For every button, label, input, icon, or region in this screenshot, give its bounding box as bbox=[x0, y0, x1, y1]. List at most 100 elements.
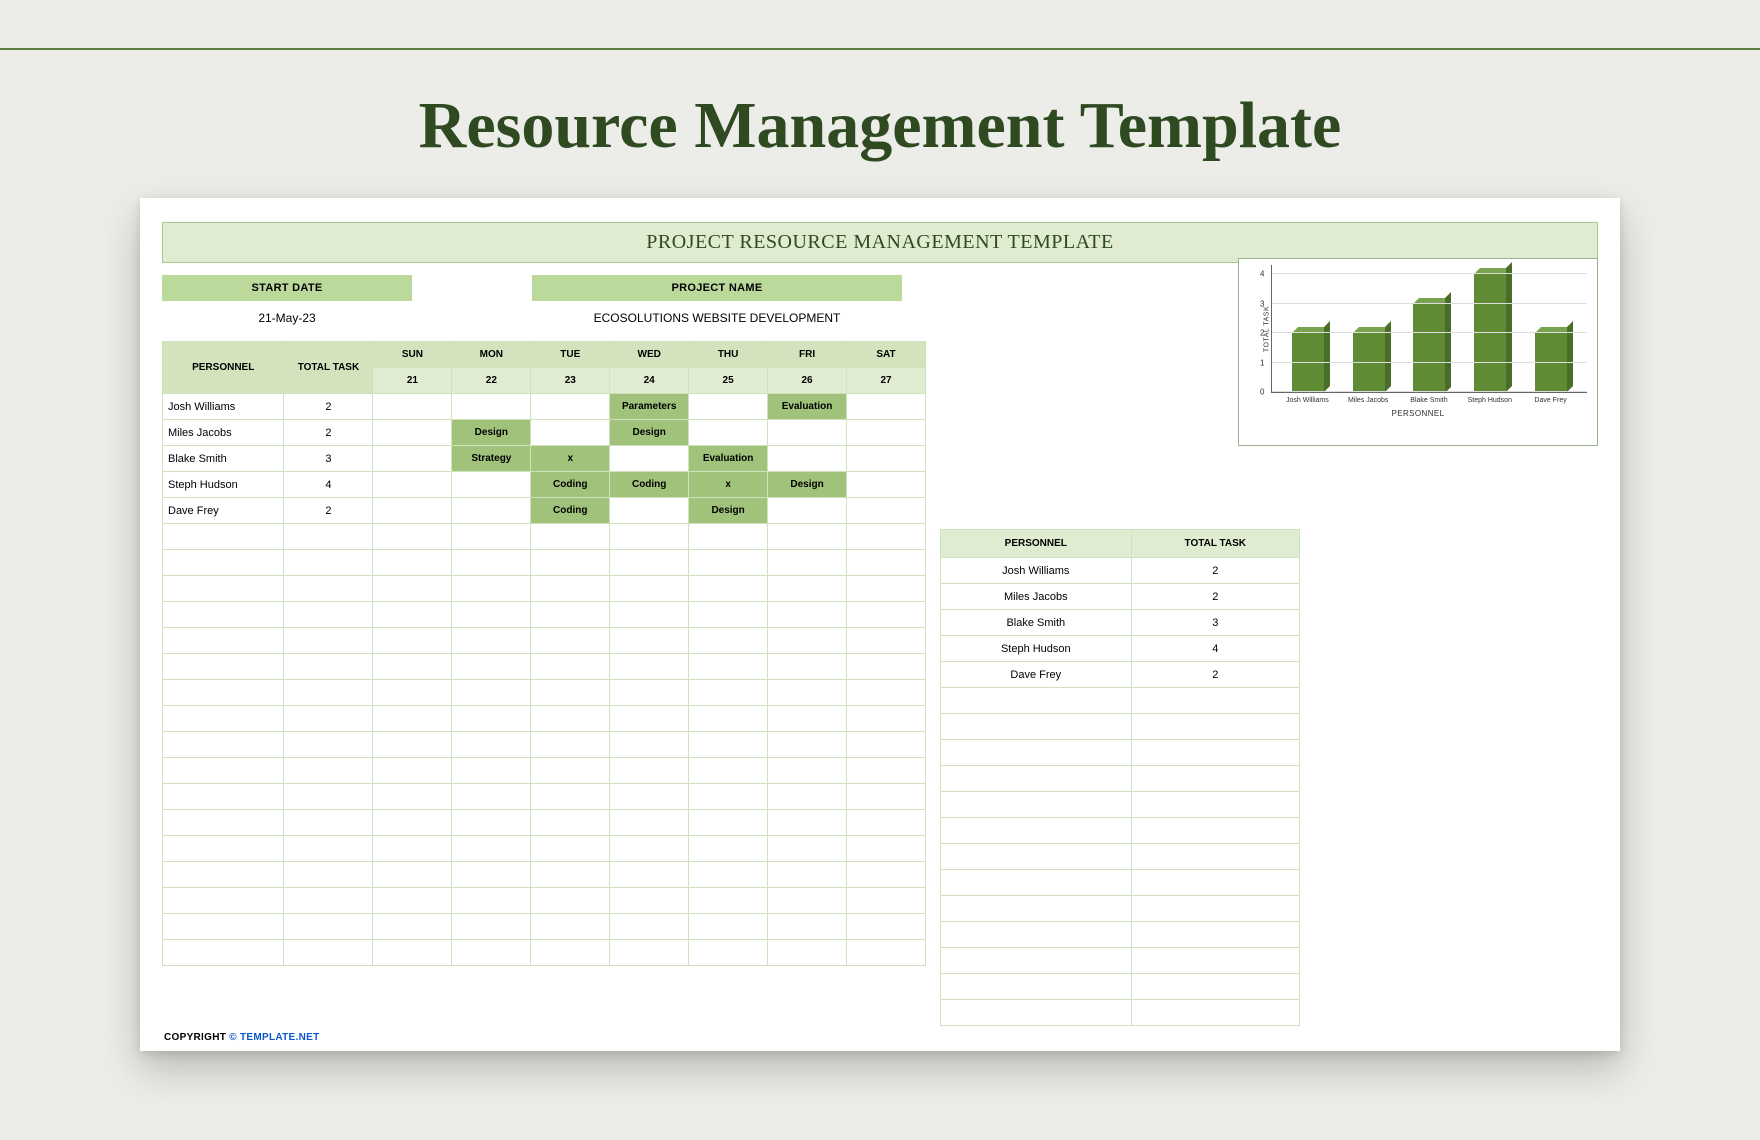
summary-cell-total: 2 bbox=[1131, 558, 1299, 584]
schedule-empty-cell bbox=[610, 498, 689, 524]
schedule-task-cell: Coding bbox=[531, 472, 610, 498]
schedule-task-cell: Evaluation bbox=[768, 394, 847, 420]
schedule-table: PERSONNELTOTAL TASKSUNMONTUEWEDTHUFRISAT… bbox=[162, 341, 926, 966]
chart-xlabels: Josh WilliamsMiles JacobsBlake SmithStep… bbox=[1271, 393, 1587, 405]
schedule-empty-cell bbox=[847, 472, 926, 498]
summary-cell-name: Dave Frey bbox=[941, 662, 1132, 688]
chart-gridline bbox=[1272, 303, 1587, 304]
schedule-task-cell: x bbox=[531, 446, 610, 472]
summary-blank-row bbox=[941, 688, 1300, 714]
summary-cell-name: Steph Hudson bbox=[941, 636, 1132, 662]
summary-blank-row bbox=[941, 818, 1300, 844]
task-chart: TOTAL TASK 01234 Josh WilliamsMiles Jaco… bbox=[1238, 258, 1598, 446]
summary-row: Miles Jacobs2 bbox=[941, 584, 1300, 610]
schedule-empty-cell bbox=[452, 394, 531, 420]
chart-bar bbox=[1292, 333, 1324, 392]
schedule-row: Steph Hudson4CodingCodingxDesign bbox=[163, 472, 926, 498]
sched-header-date: 26 bbox=[768, 368, 847, 394]
schedule-row: Dave Frey2CodingDesign bbox=[163, 498, 926, 524]
summary-blank-row bbox=[941, 714, 1300, 740]
project-name-value: ECOSOLUTIONS WEBSITE DEVELOPMENT bbox=[532, 301, 902, 335]
project-name-block: PROJECT NAME ECOSOLUTIONS WEBSITE DEVELO… bbox=[532, 275, 902, 335]
schedule-blank-row bbox=[163, 914, 926, 940]
schedule-cell-total: 2 bbox=[284, 420, 373, 446]
schedule-empty-cell bbox=[847, 498, 926, 524]
summary-row: Blake Smith3 bbox=[941, 610, 1300, 636]
schedule-blank-row bbox=[163, 810, 926, 836]
summary-blank-row bbox=[941, 974, 1300, 1000]
chart-ytick: 3 bbox=[1260, 299, 1264, 308]
summary-row: Steph Hudson4 bbox=[941, 636, 1300, 662]
schedule-blank-row bbox=[163, 862, 926, 888]
sched-header-date: 21 bbox=[373, 368, 452, 394]
chart-xtick: Josh Williams bbox=[1283, 397, 1331, 405]
schedule-task-cell: Strategy bbox=[452, 446, 531, 472]
schedule-blank-row bbox=[163, 524, 926, 550]
chart-bar bbox=[1353, 333, 1385, 392]
sched-header-date: 23 bbox=[531, 368, 610, 394]
sched-header-day: SAT bbox=[847, 342, 926, 368]
sched-header-day: THU bbox=[689, 342, 768, 368]
chart-plot-area: TOTAL TASK 01234 bbox=[1271, 265, 1587, 393]
schedule-cell-name: Blake Smith bbox=[163, 446, 284, 472]
schedule-cell-total: 2 bbox=[284, 394, 373, 420]
schedule-empty-cell bbox=[847, 446, 926, 472]
schedule-empty-cell bbox=[373, 420, 452, 446]
schedule-empty-cell bbox=[373, 472, 452, 498]
schedule-empty-cell bbox=[531, 420, 610, 446]
schedule-empty-cell bbox=[768, 420, 847, 446]
schedule-cell-name: Josh Williams bbox=[163, 394, 284, 420]
schedule-row: Josh Williams2ParametersEvaluation bbox=[163, 394, 926, 420]
project-name-label: PROJECT NAME bbox=[532, 275, 902, 301]
summary-blank-row bbox=[941, 792, 1300, 818]
chart-bar bbox=[1474, 274, 1506, 392]
sched-header-total: TOTAL TASK bbox=[284, 342, 373, 394]
sched-header-day: MON bbox=[452, 342, 531, 368]
summary-blank-row bbox=[941, 766, 1300, 792]
page-title: Resource Management Template bbox=[0, 50, 1760, 198]
summary-cell-name: Josh Williams bbox=[941, 558, 1132, 584]
schedule-blank-row bbox=[163, 550, 926, 576]
summary-blank-row bbox=[941, 844, 1300, 870]
schedule-task-cell: Coding bbox=[531, 498, 610, 524]
summary-cell-name: Miles Jacobs bbox=[941, 584, 1132, 610]
schedule-empty-cell bbox=[768, 498, 847, 524]
sched-header-day: SUN bbox=[373, 342, 452, 368]
schedule-row: Blake Smith3StrategyxEvaluation bbox=[163, 446, 926, 472]
schedule-blank-row bbox=[163, 888, 926, 914]
copyright-link[interactable]: © TEMPLATE.NET bbox=[229, 1032, 319, 1043]
chart-gridline bbox=[1272, 362, 1587, 363]
schedule-cell-name: Miles Jacobs bbox=[163, 420, 284, 446]
summary-cell-total: 2 bbox=[1131, 584, 1299, 610]
summary-blank-row bbox=[941, 1000, 1300, 1026]
summary-blank-row bbox=[941, 896, 1300, 922]
summary-cell-total: 3 bbox=[1131, 610, 1299, 636]
schedule-task-cell: Design bbox=[768, 472, 847, 498]
schedule-empty-cell bbox=[452, 472, 531, 498]
schedule-empty-cell bbox=[847, 394, 926, 420]
schedule-cell-total: 4 bbox=[284, 472, 373, 498]
sched-header-date: 24 bbox=[610, 368, 689, 394]
schedule-empty-cell bbox=[768, 446, 847, 472]
sheet-banner: PROJECT RESOURCE MANAGEMENT TEMPLATE bbox=[162, 222, 1598, 263]
start-date-value: 21-May-23 bbox=[162, 301, 412, 335]
chart-xtick: Dave Frey bbox=[1527, 397, 1575, 405]
schedule-empty-cell bbox=[373, 498, 452, 524]
summary-header-personnel: PERSONNEL bbox=[941, 530, 1132, 558]
chart-bar bbox=[1413, 304, 1445, 393]
start-date-label: START DATE bbox=[162, 275, 412, 301]
chart-xtick: Steph Hudson bbox=[1466, 397, 1514, 405]
start-date-block: START DATE 21-May-23 bbox=[162, 275, 412, 335]
schedule-cell-total: 2 bbox=[284, 498, 373, 524]
sched-header-day: TUE bbox=[531, 342, 610, 368]
schedule-cell-total: 3 bbox=[284, 446, 373, 472]
schedule-blank-row bbox=[163, 602, 926, 628]
chart-ytick: 0 bbox=[1260, 388, 1264, 397]
chart-ytick: 1 bbox=[1260, 358, 1264, 367]
schedule-task-cell: Design bbox=[452, 420, 531, 446]
schedule-empty-cell bbox=[373, 446, 452, 472]
schedule-empty-cell bbox=[373, 394, 452, 420]
schedule-row: Miles Jacobs2DesignDesign bbox=[163, 420, 926, 446]
summary-row: Dave Frey2 bbox=[941, 662, 1300, 688]
sched-header-date: 25 bbox=[689, 368, 768, 394]
